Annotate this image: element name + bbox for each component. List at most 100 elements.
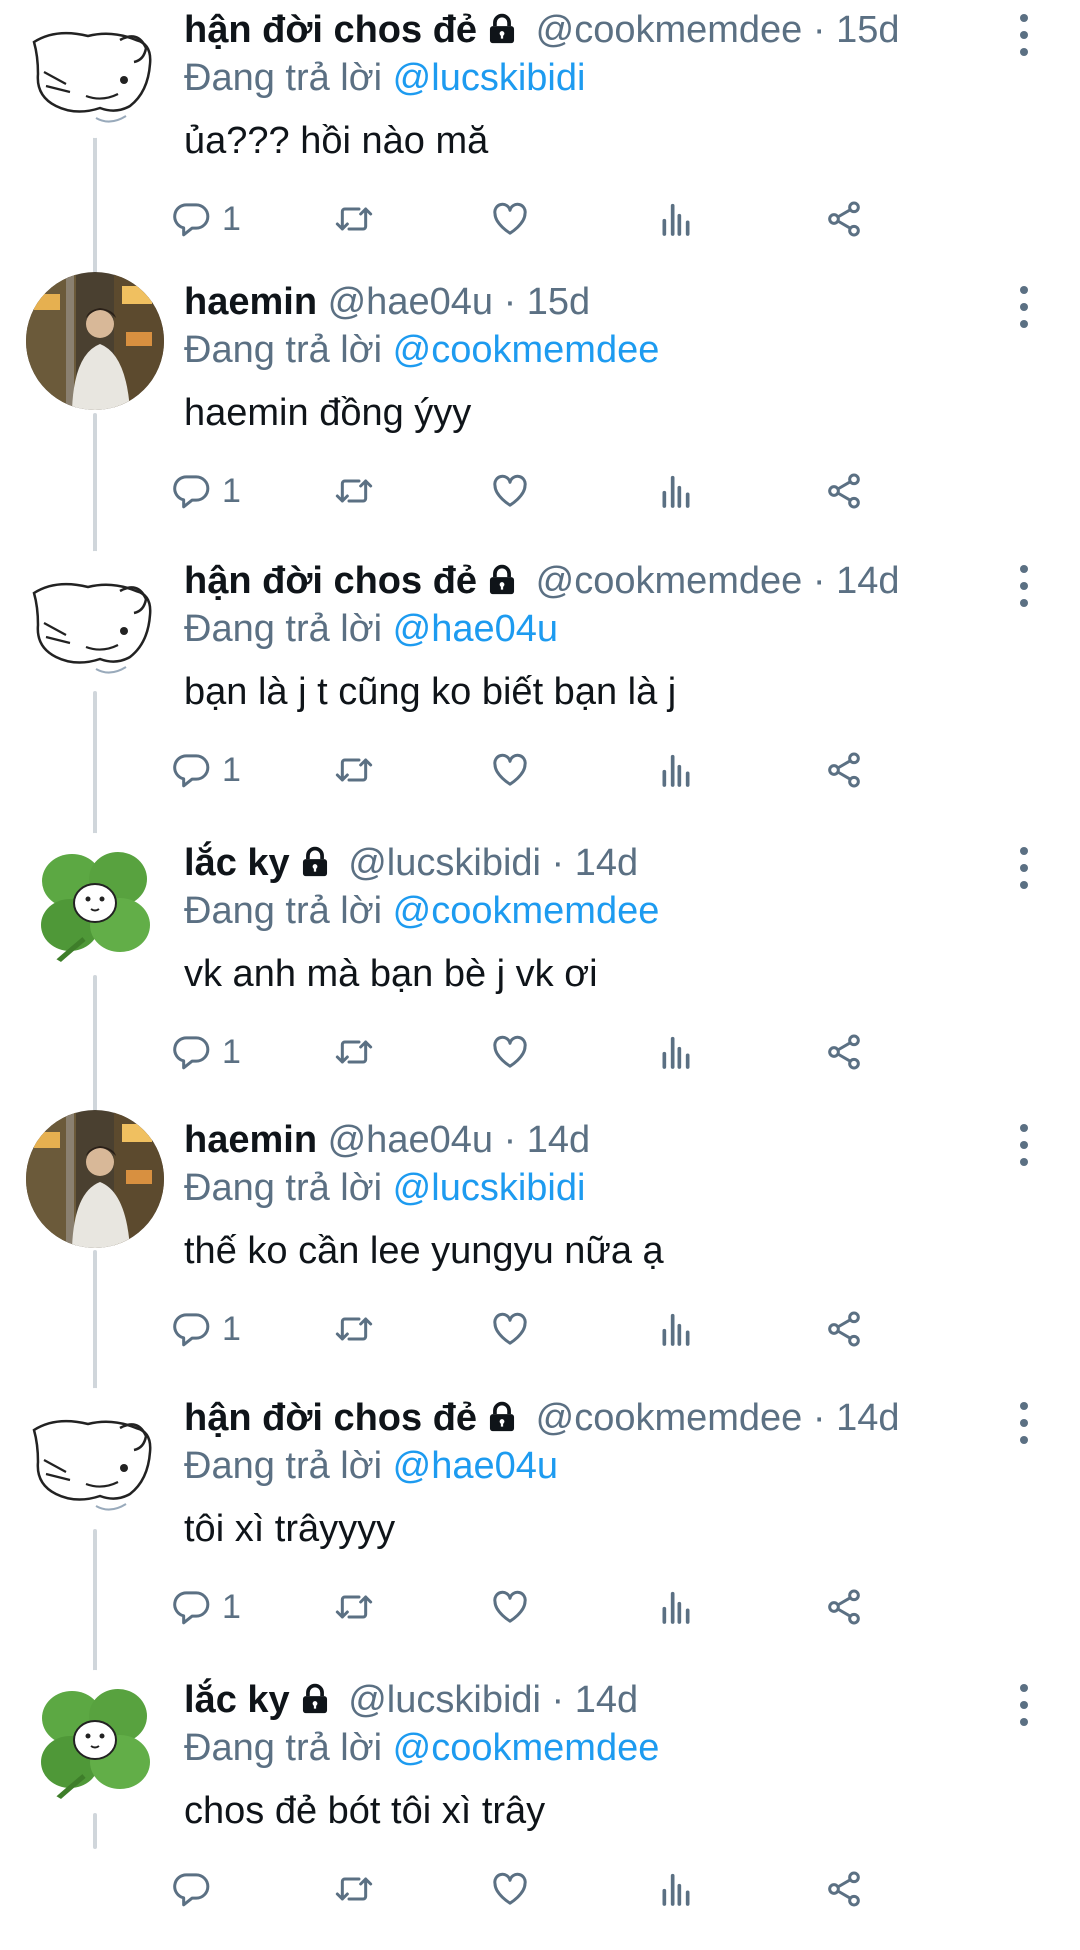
- tweet[interactable]: hận đời chos đẻ @cookmemdee · 15d Đang t…: [0, 0, 1080, 286]
- reply-mention[interactable]: @cookmemdee: [393, 329, 660, 371]
- user-handle[interactable]: @cookmemdee: [536, 1397, 803, 1439]
- timestamp[interactable]: 14d: [527, 1119, 590, 1161]
- user-handle[interactable]: @hae04u: [328, 281, 493, 323]
- tweet-header: lắc ky @lucskibidi · 14d: [184, 841, 638, 885]
- display-name[interactable]: lắc ky: [184, 1679, 290, 1721]
- share-button[interactable]: [824, 467, 864, 515]
- reply-button[interactable]: [172, 1865, 222, 1913]
- tweet[interactable]: lắc ky @lucskibidi · 14d Đang trả lời @c…: [0, 833, 1080, 1133]
- like-button[interactable]: [490, 1865, 530, 1913]
- like-button[interactable]: [490, 746, 530, 794]
- like-icon: [493, 1590, 527, 1623]
- replying-to-label: Đang trả lời: [184, 1445, 383, 1487]
- timestamp[interactable]: 14d: [836, 560, 899, 602]
- analytics-button[interactable]: [656, 1028, 696, 1076]
- analytics-icon: [662, 1313, 690, 1346]
- timestamp[interactable]: 15d: [527, 281, 590, 323]
- timestamp[interactable]: 14d: [836, 1397, 899, 1439]
- user-handle[interactable]: @lucskibidi: [348, 1679, 541, 1721]
- reply-button[interactable]: 1: [172, 1305, 241, 1353]
- more-icon[interactable]: [1012, 843, 1036, 893]
- reply-button[interactable]: 1: [172, 1028, 241, 1076]
- display-name[interactable]: lắc ky: [184, 842, 290, 884]
- tweet[interactable]: hận đời chos đẻ @cookmemdee · 14d Đang t…: [0, 1388, 1080, 1689]
- display-name[interactable]: hận đời chos đẻ: [184, 9, 477, 51]
- like-button[interactable]: [490, 195, 530, 243]
- avatar[interactable]: [26, 833, 164, 971]
- tweet-actions: 1: [173, 1305, 1024, 1353]
- retweet-icon: [335, 1317, 373, 1341]
- analytics-button[interactable]: [656, 1305, 696, 1353]
- more-icon[interactable]: [1012, 282, 1036, 332]
- tweet[interactable]: haemin @hae04u · 15d Đang trả lời @cookm…: [0, 272, 1080, 571]
- tweet[interactable]: lắc ky @lucskibidi · 14d Đang trả lời @c…: [0, 1670, 1080, 1950]
- avatar[interactable]: [26, 1388, 164, 1526]
- reply-button[interactable]: 1: [172, 1583, 241, 1631]
- share-button[interactable]: [824, 1583, 864, 1631]
- analytics-icon: [662, 203, 690, 236]
- display-name[interactable]: hận đời chos đẻ: [184, 1397, 477, 1439]
- analytics-button[interactable]: [656, 195, 696, 243]
- analytics-button[interactable]: [656, 467, 696, 515]
- user-handle[interactable]: @lucskibidi: [348, 842, 541, 884]
- lock-icon: [490, 564, 515, 595]
- share-button[interactable]: [824, 746, 864, 794]
- retweet-button[interactable]: [334, 1865, 374, 1913]
- user-handle[interactable]: @cookmemdee: [536, 560, 803, 602]
- avatar[interactable]: [26, 0, 164, 138]
- retweet-button[interactable]: [334, 195, 374, 243]
- reply-mention[interactable]: @lucskibidi: [393, 1167, 586, 1209]
- timestamp[interactable]: 14d: [575, 842, 638, 884]
- timestamp[interactable]: 14d: [575, 1679, 638, 1721]
- more-icon[interactable]: [1012, 1680, 1036, 1730]
- retweet-button[interactable]: [334, 467, 374, 515]
- more-icon[interactable]: [1012, 561, 1036, 611]
- reply-icon: [173, 754, 210, 788]
- lock-icon: [302, 1683, 327, 1714]
- reply-mention[interactable]: @lucskibidi: [393, 57, 586, 99]
- avatar[interactable]: [26, 1110, 164, 1248]
- reply-button[interactable]: 1: [172, 195, 241, 243]
- reply-button[interactable]: 1: [172, 467, 241, 515]
- like-button[interactable]: [490, 1305, 530, 1353]
- reply-icon: [173, 1873, 210, 1907]
- reply-mention[interactable]: @hae04u: [393, 1445, 558, 1487]
- user-handle[interactable]: @hae04u: [328, 1119, 493, 1161]
- reply-mention[interactable]: @hae04u: [393, 608, 558, 650]
- like-button[interactable]: [490, 467, 530, 515]
- share-button[interactable]: [824, 1305, 864, 1353]
- reply-icon: [173, 203, 210, 237]
- reply-button[interactable]: 1: [172, 746, 241, 794]
- share-button[interactable]: [824, 1028, 864, 1076]
- display-name[interactable]: hận đời chos đẻ: [184, 560, 477, 602]
- reply-mention[interactable]: @cookmemdee: [393, 890, 660, 932]
- analytics-button[interactable]: [656, 1583, 696, 1631]
- replying-to-label: Đang trả lời: [184, 608, 383, 650]
- timestamp[interactable]: 15d: [836, 9, 899, 51]
- tweet-header: lắc ky @lucskibidi · 14d: [184, 1678, 638, 1722]
- like-button[interactable]: [490, 1583, 530, 1631]
- avatar[interactable]: [26, 551, 164, 689]
- analytics-button[interactable]: [656, 1865, 696, 1913]
- more-icon[interactable]: [1012, 1398, 1036, 1448]
- retweet-button[interactable]: [334, 746, 374, 794]
- more-icon[interactable]: [1012, 1120, 1036, 1170]
- display-name[interactable]: haemin: [184, 281, 317, 323]
- user-handle[interactable]: @cookmemdee: [536, 9, 803, 51]
- tweet[interactable]: haemin @hae04u · 14d Đang trả lời @lucsk…: [0, 1110, 1080, 1420]
- avatar[interactable]: [26, 1670, 164, 1808]
- share-button[interactable]: [824, 1865, 864, 1913]
- avatar[interactable]: [26, 272, 164, 410]
- retweet-button[interactable]: [334, 1028, 374, 1076]
- tweet[interactable]: hận đời chos đẻ @cookmemdee · 14d Đang t…: [0, 551, 1080, 851]
- analytics-button[interactable]: [656, 746, 696, 794]
- more-icon[interactable]: [1012, 10, 1036, 60]
- reply-icon: [173, 1313, 210, 1347]
- display-name[interactable]: haemin: [184, 1119, 317, 1161]
- tweet-text: thế ko cần lee yungyu nữa ạ: [184, 1230, 664, 1272]
- reply-mention[interactable]: @cookmemdee: [393, 1727, 660, 1769]
- retweet-button[interactable]: [334, 1305, 374, 1353]
- share-button[interactable]: [824, 195, 864, 243]
- retweet-button[interactable]: [334, 1583, 374, 1631]
- like-button[interactable]: [490, 1028, 530, 1076]
